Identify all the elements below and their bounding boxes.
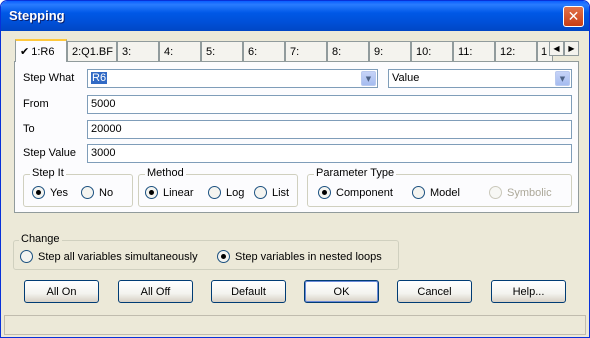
tab-label: 12: [500,45,516,58]
radio-label: Step all variables simultaneously [38,250,198,263]
parameter-component-radio[interactable]: Component [318,186,393,199]
tab-label: 1:R6 [31,45,55,58]
tab-10[interactable]: 10: [411,41,453,61]
tab-label: 10: [416,45,432,58]
method-linear-radio[interactable]: Linear [145,186,194,199]
to-label: To [23,123,35,135]
tab-label: 5: [206,45,216,58]
tab-scroll: ◀ ▶ [549,41,579,56]
tab-label: 9: [374,45,384,58]
all-off-button[interactable]: All Off [118,280,193,303]
cancel-button[interactable]: Cancel [397,280,472,303]
radio-label: Yes [50,186,68,199]
step-what-combo[interactable]: R6 ▼ [87,69,378,88]
method-log-radio[interactable]: Log [208,186,244,199]
tab-4[interactable]: 4: [159,41,201,61]
step-it-title: Step It [30,167,66,179]
radio-label: Model [430,186,460,199]
step-value-field[interactable]: 3000 [87,144,572,163]
all-on-button[interactable]: All On [24,280,99,303]
tab-6[interactable]: 6: [243,41,285,61]
tab-label: 3: [122,45,132,58]
property-value: Value [392,72,420,84]
step-what-label-text: Step What [23,72,75,84]
method-list-radio[interactable]: List [254,186,289,199]
tab-8[interactable]: 8: [327,41,369,61]
tab-scroll-right-button[interactable]: ▶ [564,41,579,56]
change-nested-radio[interactable]: Step variables in nested loops [217,250,382,263]
tab-1-r6[interactable]: ✔ 1:R6 [15,39,67,62]
tab-panel: Step What R6 ▼ Value ▼ From 5000 To 2000… [14,61,579,213]
tab-label: 6: [248,45,258,58]
radio-off-icon [489,186,502,199]
parameter-model-radio[interactable]: Model [412,186,460,199]
property-combo[interactable]: Value ▼ [388,69,572,88]
parameter-type-title: Parameter Type [314,167,397,179]
tab-7[interactable]: 7: [285,41,327,61]
change-simultaneous-radio[interactable]: Step all variables simultaneously [20,250,198,263]
window-title: Stepping [9,8,65,23]
tab-label: 7: [290,45,300,58]
help-button[interactable]: Help... [491,280,566,303]
arrow-right-icon: ▶ [568,44,575,53]
tab-label: 2:Q1.BF [72,45,113,58]
radio-label: List [272,186,290,199]
tab-label: 8: [332,45,342,58]
radio-label: Step variables in nested loops [235,250,382,263]
change-group: Change Step all variables simultaneously… [13,233,399,270]
arrow-left-icon: ◀ [553,44,560,53]
close-button[interactable]: ✕ [563,6,584,27]
radio-off-icon [81,186,94,199]
radio-on-icon [217,250,230,263]
step-it-group: Step It Yes No [23,167,133,207]
step-it-no-radio[interactable]: No [81,186,113,199]
tab-label: 1 [541,45,548,58]
chevron-down-icon[interactable]: ▼ [555,71,570,86]
radio-off-icon [208,186,221,199]
radio-off-icon [254,186,267,199]
tab-9[interactable]: 9: [369,41,411,61]
radio-label: Component [336,186,393,199]
step-it-yes-radio[interactable]: Yes [32,186,68,199]
radio-off-icon [20,250,33,263]
ok-button[interactable]: OK [304,280,379,303]
tab-5[interactable]: 5: [201,41,243,61]
status-bar [4,315,586,335]
tab-3[interactable]: 3: [117,41,159,61]
tab-scroll-left-button[interactable]: ◀ [549,41,564,56]
tab-label: 4: [164,45,174,58]
radio-on-icon [145,186,158,199]
tab-label: 11: [458,45,473,58]
radio-on-icon [318,186,331,199]
method-title: Method [145,167,186,179]
tab-2-q1bf[interactable]: 2:Q1.BF [67,41,117,61]
check-icon: ✔ [20,46,30,58]
chevron-down-icon[interactable]: ▼ [361,71,376,86]
default-button[interactable]: Default [211,280,286,303]
step-what-value: R6 [91,72,108,84]
method-group: Method Linear Log List [138,167,298,207]
tab-12[interactable]: 12: [495,41,537,61]
to-field[interactable]: 20000 [87,120,572,139]
parameter-type-group: Parameter Type Component Model Symbolic [307,167,572,207]
radio-label: Symbolic [507,186,552,199]
change-title: Change [19,233,62,245]
tab-11[interactable]: 11: [453,41,495,61]
from-label: From [23,98,49,110]
close-icon: ✕ [567,8,580,25]
step-what-label: Step What [23,72,74,84]
radio-label: No [99,186,114,199]
parameter-symbolic-radio: Symbolic [489,186,552,199]
radio-label: Linear [163,186,194,199]
step-value-label: Step Value [23,147,77,159]
radio-off-icon [412,186,425,199]
radio-label: Log [226,186,245,199]
radio-on-icon [32,186,45,199]
stepping-dialog: Stepping ✕ ✔ 1:R6 2:Q1.BF 3: 4: 5: 6: 7:… [0,0,590,338]
title-bar[interactable]: Stepping ✕ [1,1,589,31]
from-field[interactable]: 5000 [87,95,572,114]
